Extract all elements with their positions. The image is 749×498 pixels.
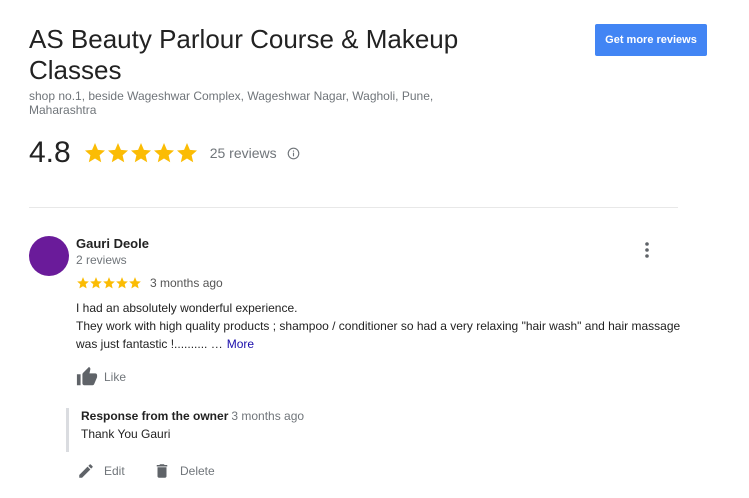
info-icon[interactable] xyxy=(287,147,300,160)
rating-value: 4.8 xyxy=(29,136,71,169)
get-more-reviews-button[interactable]: Get more reviews xyxy=(595,24,707,56)
business-title: AS Beauty Parlour Course & Makeup Classe… xyxy=(29,24,459,85)
owner-response-text: Thank You Gauri xyxy=(81,427,171,441)
delete-label: Delete xyxy=(180,464,215,478)
thumbs-up-icon xyxy=(76,366,98,386)
review-stars xyxy=(76,276,141,290)
owner-response-title: Response from the owner xyxy=(81,409,229,423)
trash-icon xyxy=(156,464,168,478)
star-icon xyxy=(129,277,141,289)
star-icon xyxy=(116,277,128,289)
edit-button[interactable]: Edit xyxy=(77,461,125,481)
review-count-link[interactable]: 25 reviews xyxy=(210,145,277,161)
reviewer-name[interactable]: Gauri Deole xyxy=(76,236,149,251)
rating-stars xyxy=(83,141,198,165)
divider xyxy=(29,207,678,208)
star-icon xyxy=(176,143,197,163)
star-icon xyxy=(153,143,174,163)
more-options-icon[interactable] xyxy=(639,240,655,260)
star-icon xyxy=(107,143,128,163)
review-text-body: They work with high quality products ; s… xyxy=(76,319,681,351)
rating-summary: 4.8 25 reviews xyxy=(29,136,300,170)
star-icon xyxy=(103,277,115,289)
avatar[interactable] xyxy=(29,236,69,276)
star-icon xyxy=(130,143,151,163)
review-rating-row: 3 months ago xyxy=(76,276,223,290)
star-icon xyxy=(90,277,102,289)
delete-button[interactable]: Delete xyxy=(153,461,215,481)
owner-response-time: 3 months ago xyxy=(231,409,305,423)
edit-label: Edit xyxy=(104,464,125,478)
business-address: shop no.1, beside Wageshwar Complex, Wag… xyxy=(29,89,434,117)
like-label: Like xyxy=(104,370,127,384)
review-time: 3 months ago xyxy=(150,276,223,290)
reviewer-review-count: 2 reviews xyxy=(76,253,127,267)
review-text-line: They work with high quality products ; s… xyxy=(76,317,696,353)
star-icon xyxy=(84,143,105,163)
owner-response: Response from the owner 3 months ago Than… xyxy=(66,408,304,452)
more-link[interactable]: More xyxy=(227,337,254,351)
like-button[interactable]: Like xyxy=(76,365,126,389)
owner-response-header: Response from the owner 3 months ago xyxy=(81,408,304,425)
review-text: I had an absolutely wonderful experience… xyxy=(76,299,696,353)
review-text-line: I had an absolutely wonderful experience… xyxy=(76,301,298,315)
edit-pencil-icon xyxy=(79,464,93,478)
star-icon xyxy=(77,277,89,289)
